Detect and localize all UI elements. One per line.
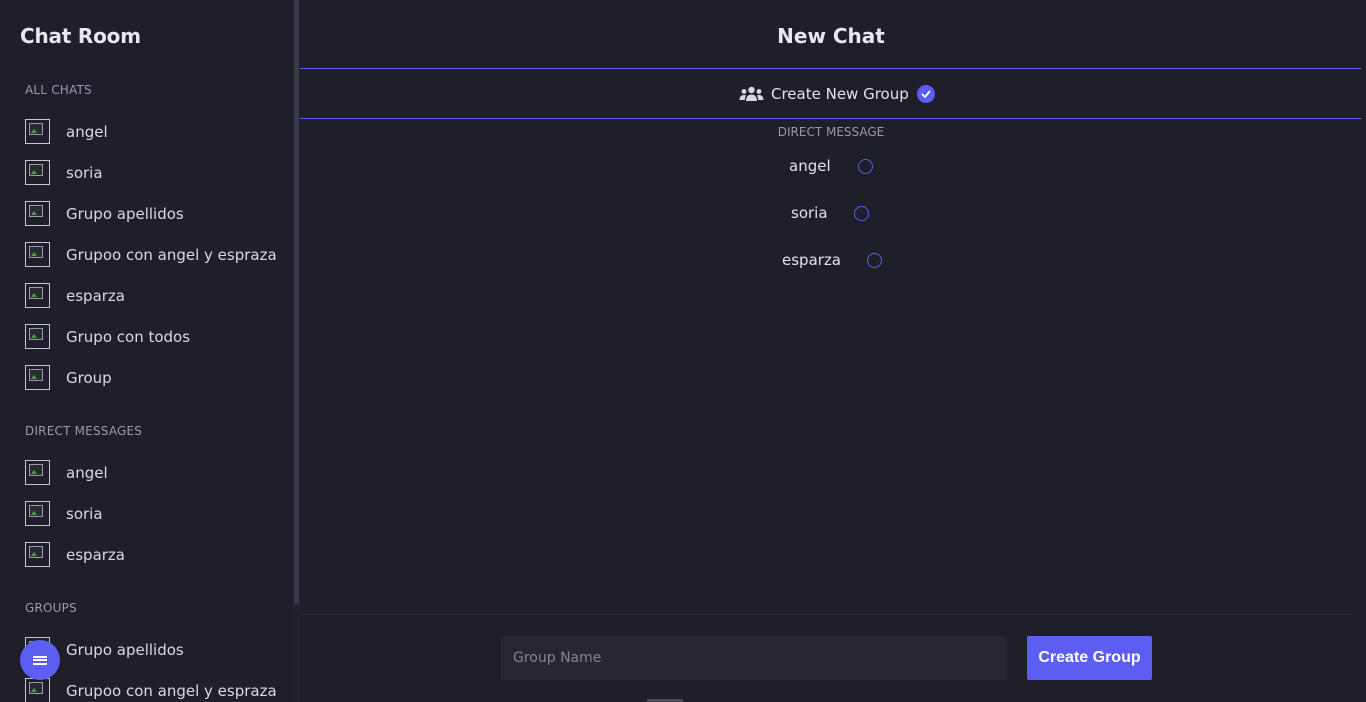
chat-item-angel[interactable]: angel [25, 119, 108, 144]
avatar [25, 283, 50, 308]
chat-item-group[interactable]: Group [25, 365, 112, 390]
contact-select-radio[interactable] [857, 158, 873, 174]
chat-item-label: Grupo apellidos [66, 204, 184, 223]
avatar [25, 365, 50, 390]
footer-divider [300, 614, 1352, 615]
dm-item-soria[interactable]: soria [25, 501, 103, 526]
broken-image-icon [29, 464, 43, 476]
chat-item-label: esparza [66, 286, 125, 305]
broken-image-icon [29, 164, 43, 176]
group-name-input[interactable] [501, 636, 1007, 680]
broken-image-icon [29, 328, 43, 340]
divider [300, 68, 1361, 69]
broken-image-icon [29, 682, 43, 694]
section-label-direct-messages: DIRECT MESSAGES [25, 424, 143, 438]
chat-item-label: Group [66, 368, 112, 387]
chat-item-label: angel [66, 122, 108, 141]
dm-item-label: angel [66, 463, 108, 482]
chat-item-grupo-con-todos[interactable]: Grupo con todos [25, 324, 190, 349]
chat-item-grupoo-con-angel[interactable]: Grupoo con angel y espraza [25, 242, 277, 267]
group-item-grupoo-con-angel[interactable]: Grupoo con angel y espraza [25, 678, 277, 702]
chat-item-grupo-apellidos[interactable]: Grupo apellidos [25, 201, 184, 226]
sidebar-scrollbar[interactable] [293, 0, 300, 702]
contact-row-soria[interactable]: soria [791, 203, 869, 223]
avatar [25, 678, 50, 702]
new-chat-panel: New Chat Create New Group DIRECT MESSAGE… [300, 0, 1366, 702]
group-item-label: Grupoo con angel y espraza [66, 681, 277, 700]
avatar [25, 542, 50, 567]
divider [300, 118, 1361, 119]
contact-row-angel[interactable]: angel [789, 156, 873, 176]
app-title: Chat Room [20, 24, 141, 48]
contact-name: soria [791, 204, 828, 222]
chat-item-label: Grupo con todos [66, 327, 191, 346]
avatar [25, 201, 50, 226]
page-title: New Chat [777, 24, 885, 48]
section-label-all-chats: ALL CHATS [25, 83, 92, 97]
create-new-group-label: Create New Group [771, 85, 909, 103]
broken-image-icon [29, 205, 43, 217]
menu-button[interactable] [20, 640, 60, 680]
hamburger-menu-icon [33, 654, 47, 666]
create-new-group-toggle[interactable]: Create New Group [300, 82, 1366, 106]
direct-message-heading: DIRECT MESSAGE [777, 125, 885, 139]
chat-app: Chat Room ALL CHATS angel soria Grupo ap… [0, 0, 1366, 702]
chat-item-label: soria [66, 163, 103, 182]
chat-item-soria[interactable]: soria [25, 160, 103, 185]
broken-image-icon [29, 287, 43, 299]
avatar [25, 460, 50, 485]
chat-item-label: Grupoo con angel y espraza [66, 245, 277, 264]
dm-item-label: soria [66, 504, 103, 523]
scrollbar-thumb[interactable] [294, 0, 299, 604]
dm-item-esparza[interactable]: esparza [25, 542, 125, 567]
sidebar: Chat Room ALL CHATS angel soria Grupo ap… [0, 0, 293, 702]
contact-name: esparza [782, 251, 841, 269]
broken-image-icon [29, 123, 43, 135]
chat-item-esparza[interactable]: esparza [25, 283, 125, 308]
avatar [25, 324, 50, 349]
broken-image-icon [29, 505, 43, 517]
avatar [25, 242, 50, 267]
checkmark-icon[interactable] [916, 85, 935, 103]
avatar [25, 119, 50, 144]
group-item-label: Grupo apellidos [66, 640, 184, 659]
create-group-button[interactable]: Create Group [1027, 636, 1152, 680]
avatar [25, 501, 50, 526]
contact-row-esparza[interactable]: esparza [782, 250, 882, 270]
users-group-icon [739, 86, 764, 101]
contact-name: angel [789, 157, 831, 175]
contact-select-radio[interactable] [867, 252, 882, 268]
contact-select-radio[interactable] [853, 205, 869, 221]
broken-image-icon [29, 369, 43, 381]
dm-item-label: esparza [66, 545, 125, 564]
broken-image-icon [29, 246, 43, 258]
avatar [25, 160, 50, 185]
section-label-groups: GROUPS [25, 601, 77, 615]
dm-item-angel[interactable]: angel [25, 460, 108, 485]
broken-image-icon [29, 546, 43, 558]
